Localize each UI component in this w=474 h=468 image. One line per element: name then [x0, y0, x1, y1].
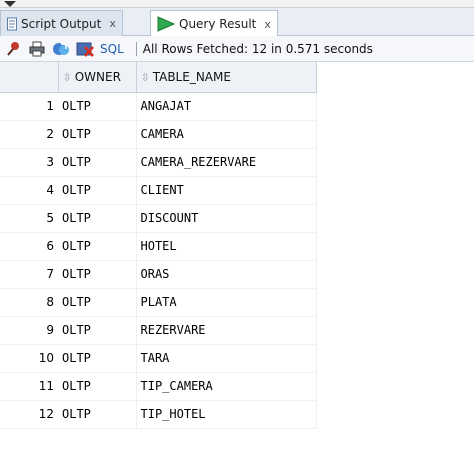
table-row[interactable]: 3 OLTP CAMERA_REZERVARE [0, 148, 317, 177]
row-number-header [0, 62, 59, 93]
table-name-cell[interactable]: TIP_CAMERA [136, 372, 317, 401]
row-number: 1 [0, 92, 58, 121]
tab-bar: Script Output x Query Result x [0, 8, 474, 37]
play-icon [157, 16, 175, 32]
pin-icon[interactable] [2, 39, 24, 59]
owner-cell[interactable]: OLTP [58, 288, 137, 317]
row-number: 12 [0, 400, 58, 429]
result-table: ⇳ OWNER ⇳ TABLE_NAME 1 OLTP ANGAJAT 2 OLTP CAME… [0, 62, 317, 429]
owner-cell[interactable]: OLTP [58, 176, 137, 205]
row-number: 4 [0, 176, 58, 205]
table-row[interactable]: 7 OLTP ORAS [0, 260, 317, 289]
toolbar-divider [135, 41, 137, 56]
fetch-status-text: All Rows Fetched: 12 in 0.571 seconds [142, 41, 373, 56]
table-row[interactable]: 9 OLTP REZERVARE [0, 316, 317, 345]
table-row[interactable]: 5 OLTP DISCOUNT [0, 204, 317, 233]
owner-cell[interactable]: OLTP [58, 400, 137, 429]
row-number: 8 [0, 288, 58, 317]
refresh-icon[interactable] [50, 39, 72, 59]
table-name-cell[interactable]: TIP_HOTEL [136, 400, 317, 429]
table-name-cell[interactable]: TARA [136, 344, 317, 373]
tab-query-result[interactable]: Query Result x [150, 10, 278, 37]
table-name-cell[interactable]: HOTEL [136, 232, 317, 261]
table-name-cell[interactable]: ANGAJAT [136, 92, 317, 121]
owner-cell[interactable]: OLTP [58, 204, 137, 233]
table-row[interactable]: 1 OLTP ANGAJAT [0, 92, 317, 121]
owner-cell[interactable]: OLTP [58, 316, 137, 345]
sort-icon: ⇳ [62, 70, 72, 84]
tab-script-output-label: Script Output [21, 16, 102, 31]
row-number: 6 [0, 232, 58, 261]
tab-script-output[interactable]: Script Output x [0, 10, 123, 36]
table-row[interactable]: 8 OLTP PLATA [0, 288, 317, 317]
owner-cell[interactable]: OLTP [58, 120, 137, 149]
collapse-arrow-icon[interactable] [4, 1, 16, 7]
table-name-cell[interactable]: CAMERA_REZERVARE [136, 148, 317, 177]
header-row: ⇳ OWNER ⇳ TABLE_NAME [0, 62, 317, 93]
table-row[interactable]: 2 OLTP CAMERA [0, 120, 317, 149]
table-row[interactable]: 12 OLTP TIP_HOTEL [0, 400, 317, 429]
result-grid: ⇳ OWNER ⇳ TABLE_NAME 1 OLTP ANGAJAT 2 OLTP CAME… [0, 62, 474, 468]
row-number: 3 [0, 148, 58, 177]
row-number: 10 [0, 344, 58, 373]
owner-cell[interactable]: OLTP [58, 232, 137, 261]
table-name-cell[interactable]: PLATA [136, 288, 317, 317]
row-number: 5 [0, 204, 58, 233]
table-row[interactable]: 4 OLTP CLIENT [0, 176, 317, 205]
table-row[interactable]: 10 OLTP TARA [0, 344, 317, 373]
close-icon[interactable]: x [109, 17, 116, 30]
sort-icon: ⇳ [140, 70, 150, 84]
owner-cell[interactable]: OLTP [58, 148, 137, 177]
sql-button[interactable]: SQL [100, 42, 124, 56]
table-name-cell[interactable]: DISCOUNT [136, 204, 317, 233]
close-icon[interactable]: x [264, 18, 271, 31]
owner-cell[interactable]: OLTP [58, 92, 137, 121]
owner-cell[interactable]: OLTP [58, 260, 137, 289]
window-top-strip [0, 0, 474, 8]
print-icon[interactable] [26, 39, 48, 59]
row-number: 7 [0, 260, 58, 289]
owner-cell[interactable]: OLTP [58, 372, 137, 401]
tab-query-result-label: Query Result [179, 17, 257, 31]
table-name-cell[interactable]: ORAS [136, 260, 317, 289]
owner-cell[interactable]: OLTP [58, 344, 137, 373]
column-header-owner[interactable]: ⇳ OWNER [58, 62, 137, 93]
table-row[interactable]: 6 OLTP HOTEL [0, 232, 317, 261]
row-number: 11 [0, 372, 58, 401]
result-toolbar: SQL All Rows Fetched: 12 in 0.571 second… [0, 36, 474, 62]
table-row[interactable]: 11 OLTP TIP_CAMERA [0, 372, 317, 401]
table-name-cell[interactable]: REZERVARE [136, 316, 317, 345]
row-number: 9 [0, 316, 58, 345]
column-header-table-name[interactable]: ⇳ TABLE_NAME [136, 62, 317, 93]
table-name-cell[interactable]: CAMERA [136, 120, 317, 149]
clear-icon[interactable] [74, 39, 96, 59]
row-number: 2 [0, 120, 58, 149]
table-name-cell[interactable]: CLIENT [136, 176, 317, 205]
script-output-icon [7, 17, 17, 31]
